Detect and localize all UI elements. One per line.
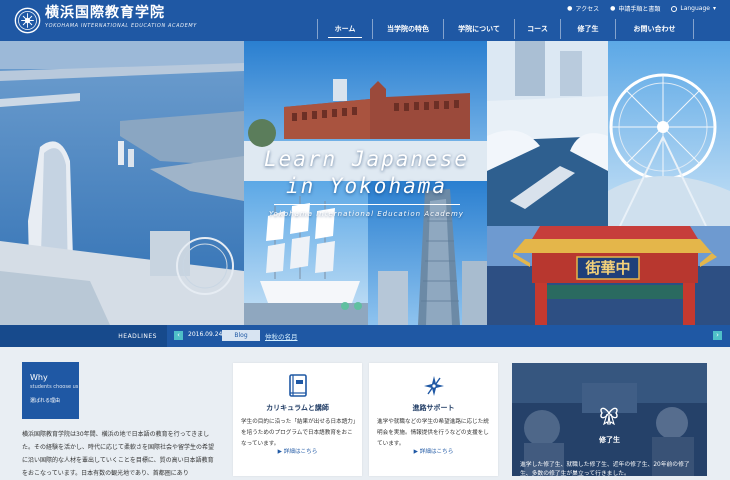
career-support-details-link[interactable]: ▶ 詳細はこちら [369, 447, 498, 455]
location-icon: ● [567, 5, 573, 12]
access-label: アクセス [575, 6, 600, 13]
ferris-wheel-photo [608, 41, 730, 227]
language-label: Language [680, 5, 710, 12]
nav-home[interactable]: ホーム [317, 19, 372, 39]
intro-text: 横浜国際教育学院は30年間、横浜の地で日本語の教育を行ってきました。その経験を活… [22, 431, 215, 477]
canal-photo [487, 41, 608, 226]
headlines-label: HEADLINES [0, 325, 167, 347]
hero-banner: 街華中 Learn Japanese in Yokohama Yokohama … [0, 41, 730, 325]
chevron-left-icon[interactable]: ‹ [174, 331, 183, 340]
career-support-title: 進路サポート [412, 404, 455, 412]
curriculum-title: カリキュラムと講師 [266, 404, 329, 412]
nav-contact[interactable]: お問い合わせ [615, 19, 694, 39]
access-link[interactable]: ● アクセス [567, 4, 599, 13]
globe-icon [671, 5, 678, 12]
hero-line-1: Learn Japanese [263, 147, 469, 171]
graduates-text: 進学した修了生、就職した修了生、近年の修了生、20年前の修了生、多数の修了生が巣… [520, 462, 690, 476]
application-docs-link[interactable]: ● 申請手順と書類 [610, 4, 660, 13]
why-subtitle: students choose us [30, 384, 79, 390]
headline-title-link[interactable]: 仲秋の名月 [265, 331, 298, 341]
bay-aerial-photo [0, 41, 244, 325]
career-support-text: 進学や就職などの学生の希望進路に応じた説明会を実施。情報提供を行うなどの支援をし… [377, 419, 489, 447]
gate-sign-text: 街華中 [584, 259, 630, 277]
nav-courses[interactable]: コース [514, 19, 560, 39]
curriculum-card[interactable]: カリキュラムと講師 学生の目的に沿った「結果が出せる日本語力」を培うためのプログ… [233, 363, 362, 476]
chevron-down-icon: ▾ [712, 5, 716, 12]
brand-name-english: YOKOHAMA INTERNATIONAL EDUCATION ACADEMY [45, 23, 197, 29]
graduates-title: 修了生 [599, 436, 620, 444]
headlines-bar: HEADLINES ‹ 2016.09.24 Blog 仲秋の名月 › [0, 325, 730, 347]
graduates-card[interactable]: 修了生 進学した修了生、就職した修了生、近年の修了生、20年前の修了生、多数の修… [512, 363, 707, 476]
headline-category-tag[interactable]: Blog [222, 330, 260, 341]
document-icon: ● [610, 5, 616, 12]
site-header: 横浜国際教育学院 YOKOHAMA INTERNATIONAL EDUCATIO… [0, 0, 730, 41]
career-support-card[interactable]: 進路サポート 進学や就職などの学生の希望進路に応じた説明会を実施。情報提供を行う… [369, 363, 498, 476]
ribbon-icon [600, 407, 618, 425]
hero-tagline: Learn Japanese in Yokohama Yokohama Inte… [244, 146, 489, 218]
why-link[interactable]: 選ばれる理由 [30, 397, 79, 404]
utility-nav: ● アクセス ● 申請手順と書類 Language ▾ [567, 4, 716, 13]
nav-graduates[interactable]: 修了生 [560, 19, 615, 39]
hero-line-2: in Yokohama [285, 174, 448, 198]
language-selector[interactable]: Language ▾ [671, 5, 716, 12]
curriculum-details-link[interactable]: ▶ 詳細はこちら [233, 447, 362, 455]
school-logo-icon[interactable] [14, 7, 41, 34]
why-choose-us-box[interactable]: Why students choose us 選ばれる理由 [22, 362, 79, 419]
hero-divider [273, 204, 460, 205]
hero-subtitle: Yokohama International Education Academy [269, 210, 464, 218]
curriculum-text: 学生の目的に沿った「結果が出せる日本語力」を培うためのプログラムで日本語教育をお… [241, 419, 356, 447]
chevron-right-icon[interactable]: › [713, 331, 722, 340]
book-icon [288, 374, 307, 397]
why-title: Why [30, 373, 48, 382]
compass-icon [423, 376, 444, 396]
nav-features[interactable]: 当学院の特色 [372, 19, 443, 39]
application-docs-label: 申請手順と書類 [618, 6, 661, 13]
nav-about[interactable]: 学院について [443, 19, 514, 39]
main-nav: ホーム 当学院の特色 学院について コース 修了生 お問い合わせ [317, 19, 694, 39]
headline-date: 2016.09.24 [188, 331, 223, 338]
brand[interactable]: 横浜国際教育学院 YOKOHAMA INTERNATIONAL EDUCATIO… [45, 5, 197, 30]
brand-name: 横浜国際教育学院 [45, 5, 165, 21]
